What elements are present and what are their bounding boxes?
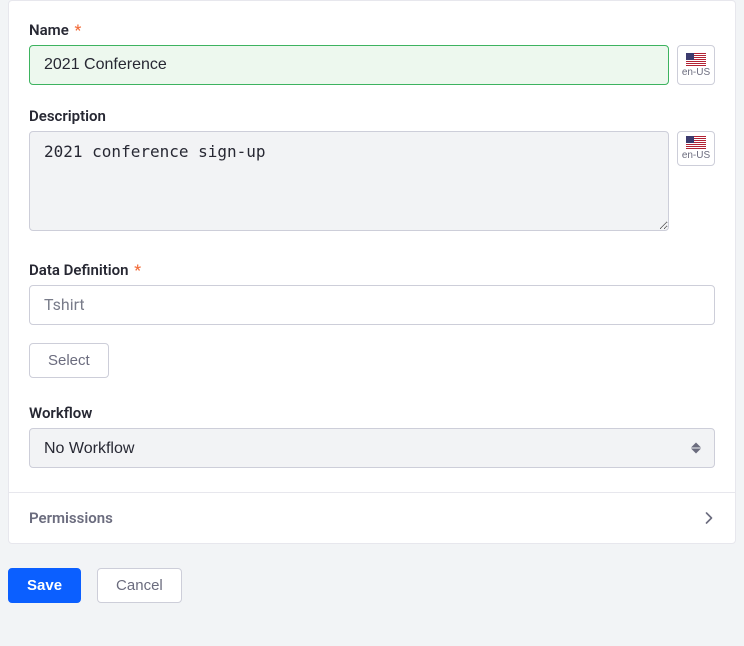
form-footer: Save Cancel bbox=[8, 568, 736, 603]
workflow-select[interactable]: No Workflow bbox=[29, 428, 715, 468]
flag-us-icon bbox=[686, 53, 706, 66]
field-name: Name * bbox=[29, 21, 715, 85]
label-data-definition: Data Definition * bbox=[29, 261, 715, 279]
label-data-definition-text: Data Definition bbox=[29, 261, 129, 279]
locale-code: en-US bbox=[682, 151, 710, 161]
locale-button-name[interactable]: en-US bbox=[677, 45, 715, 85]
field-data-definition: Data Definition * Tshirt Select bbox=[29, 261, 715, 378]
permissions-title: Permissions bbox=[29, 509, 113, 527]
field-description: Description bbox=[29, 107, 715, 235]
field-workflow: Workflow No Workflow bbox=[29, 404, 715, 468]
locale-button-description[interactable]: en-US bbox=[677, 131, 715, 166]
label-name-text: Name bbox=[29, 21, 69, 39]
data-definition-value: Tshirt bbox=[29, 285, 715, 325]
select-data-definition-button[interactable]: Select bbox=[29, 343, 109, 378]
flag-us-icon bbox=[686, 136, 706, 149]
label-description: Description bbox=[29, 107, 715, 125]
cancel-button[interactable]: Cancel bbox=[97, 568, 182, 603]
locale-code: en-US bbox=[682, 68, 710, 78]
chevron-right-icon bbox=[703, 512, 715, 524]
form-panel: Name * bbox=[8, 0, 736, 544]
label-name: Name * bbox=[29, 21, 715, 39]
required-marker: * bbox=[75, 21, 82, 39]
name-input[interactable] bbox=[29, 45, 669, 85]
save-button[interactable]: Save bbox=[8, 568, 81, 603]
permissions-section-toggle[interactable]: Permissions bbox=[9, 492, 735, 543]
required-marker: * bbox=[134, 261, 141, 279]
description-textarea[interactable] bbox=[29, 131, 669, 231]
label-workflow: Workflow bbox=[29, 404, 715, 422]
